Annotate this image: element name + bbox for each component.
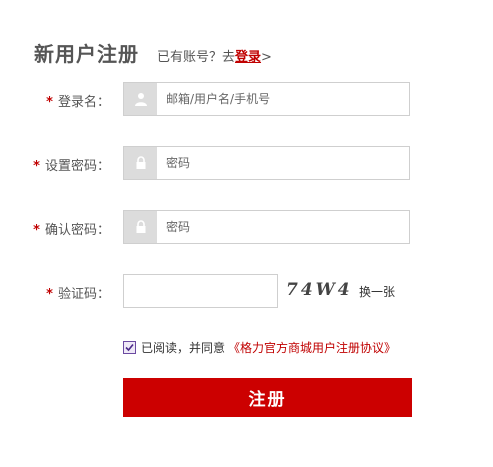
confirm-password-field[interactable] <box>123 210 411 244</box>
confirm-password-row: * 确认密码： <box>0 210 493 246</box>
user-icon <box>124 83 157 115</box>
required-star: * <box>33 159 40 174</box>
captcha-row: * 验证码： 74W4 换一张 <box>0 274 493 310</box>
captcha-image[interactable]: 74W4 <box>286 276 358 304</box>
username-field[interactable] <box>123 82 411 116</box>
have-account-text: 已有账号？去 <box>157 50 236 65</box>
confirm-password-input[interactable] <box>158 211 411 243</box>
username-label: * 登录名： <box>46 95 110 110</box>
agreement-text: 已阅读，并同意 <box>141 340 226 355</box>
agreement-checkbox[interactable] <box>123 340 136 354</box>
login-link[interactable]: 登录 <box>235 46 261 65</box>
captcha-input[interactable] <box>124 275 281 309</box>
password-label: * 设置密码： <box>33 159 110 174</box>
lock-icon <box>124 211 157 243</box>
captcha-image-text: 74W4 <box>286 280 353 300</box>
agreement-link[interactable]: 《格力官方商城用户注册协议》 <box>228 339 396 356</box>
refresh-captcha-link[interactable]: 换一张 <box>359 283 395 300</box>
password-field[interactable] <box>123 146 411 180</box>
required-star: * <box>33 223 40 238</box>
register-button[interactable]: 注册 <box>123 378 412 417</box>
required-star: * <box>46 287 53 302</box>
login-arrow: > <box>261 50 272 65</box>
username-input[interactable] <box>158 83 411 115</box>
required-star: * <box>46 95 53 110</box>
agreement-row: 已阅读，并同意 《格力官方商城用户注册协议》 <box>123 338 396 356</box>
page-header: 新用户注册 已有账号？去 登录 > <box>34 38 272 68</box>
captcha-field[interactable] <box>123 274 281 309</box>
captcha-label: * 验证码： <box>46 287 110 302</box>
page-title: 新用户注册 <box>34 42 139 66</box>
lock-icon <box>124 147 157 179</box>
username-row: * 登录名： <box>0 82 493 118</box>
password-row: * 设置密码： <box>0 146 493 182</box>
password-input[interactable] <box>158 147 411 179</box>
confirm-password-label: * 确认密码： <box>33 223 110 238</box>
check-icon <box>125 343 134 351</box>
